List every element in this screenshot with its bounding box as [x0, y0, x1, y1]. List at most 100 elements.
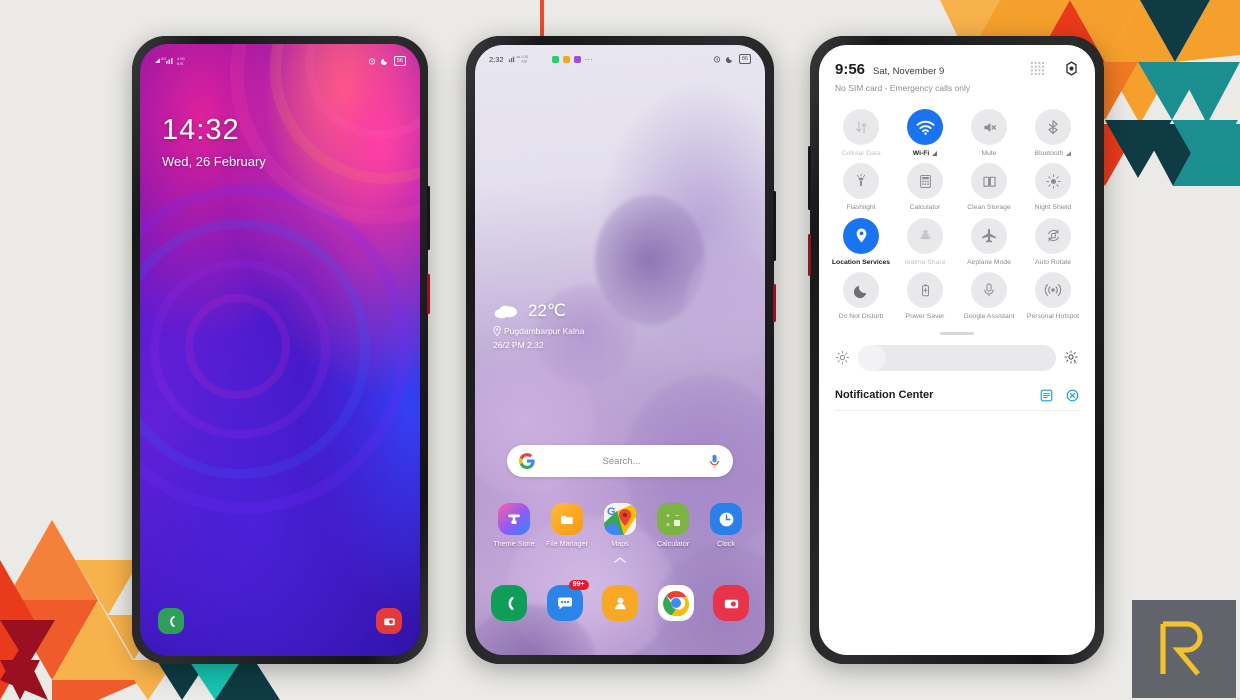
dock-contacts[interactable] — [602, 585, 638, 621]
notification-app-icon-purple — [573, 55, 581, 63]
tile-wifi[interactable]: Wi-Fi — [893, 109, 957, 158]
notification-settings-icon[interactable] — [1040, 389, 1053, 402]
phone2-power-button[interactable] — [773, 284, 776, 322]
microphone-icon — [984, 283, 994, 297]
brightness-auto-icon[interactable]: A — [1064, 350, 1079, 365]
weather-datetime: 26/2 PM 2:32 — [493, 340, 544, 350]
weather-temperature: 22℃ — [528, 301, 567, 320]
search-placeholder: Search... — [602, 455, 641, 467]
tile-clean-storage[interactable]: Clean Storage — [957, 163, 1021, 212]
lockscreen-clock-block: 14:32 Wed, 26 February — [162, 116, 266, 170]
svg-text:K/S: K/S — [521, 60, 527, 64]
camera-shortcut[interactable] — [376, 608, 402, 634]
qs-sim-status: No SIM card - Emergency calls only — [835, 83, 971, 93]
microphone-icon[interactable] — [708, 454, 721, 469]
phone2-status-bar: 2:32 4G 0.10 K/S ··· 86 — [475, 51, 765, 67]
app-theme-store[interactable]: Theme Store — [491, 503, 537, 548]
svg-text:−: − — [675, 513, 679, 520]
tile-circle — [1035, 109, 1071, 145]
app-maps[interactable]: G Maps — [597, 503, 643, 548]
tile-bluetooth[interactable]: Bluetooth — [1021, 109, 1085, 158]
location-pin-icon — [856, 228, 866, 243]
search-input[interactable]: Search... — [507, 445, 733, 477]
dock-chrome[interactable] — [657, 585, 694, 621]
phone3-volume-button[interactable] — [808, 146, 811, 210]
expand-arrow-icon[interactable] — [1066, 151, 1072, 157]
hotspot-icon — [1044, 284, 1062, 297]
tile-calculator[interactable]: Calculator — [893, 163, 957, 212]
lockscreen-date: Wed, 26 February — [162, 154, 266, 169]
svg-text:A: A — [1074, 361, 1078, 366]
tile-power-saver[interactable]: Power Saver — [893, 272, 957, 321]
tile-circle — [1035, 272, 1071, 309]
notification-app-icon-orange — [562, 55, 570, 63]
phone1-power-button[interactable] — [427, 274, 430, 314]
weather-widget[interactable]: 22℃ Pugdambarpur Kalna 26/2 PM 2:32 — [493, 301, 584, 350]
phone1-volume-button[interactable] — [427, 186, 430, 250]
phone1-status-bar: 4G 4.50 K/S 56 — [140, 52, 420, 70]
tile-realme-share[interactable]: realme Share — [893, 217, 957, 267]
theme-store-icon — [498, 503, 530, 535]
settings-gear-icon[interactable] — [1064, 61, 1079, 76]
qs-date: Sat, November 9 — [873, 66, 945, 77]
brightness-track[interactable] — [858, 344, 1056, 371]
phone-shortcut[interactable] — [158, 608, 184, 634]
phone2-status-right: 86 — [713, 54, 751, 64]
realme-share-icon — [919, 230, 931, 240]
dock-camera[interactable] — [713, 585, 749, 621]
phone1-status-left: 4G 4.50 K/S — [154, 55, 198, 68]
app-clock[interactable]: Clock — [703, 503, 749, 548]
tile-label: Personal Hotspot — [1026, 313, 1080, 321]
tile-circle — [1035, 163, 1071, 200]
tile-label: realme Share — [904, 258, 946, 266]
calculator-icon — [919, 174, 931, 188]
screenshot-canvas: 4G 4.50 K/S 56 14:32 Wed, 26 February 2:… — [0, 0, 1240, 700]
tile-do-not-disturb[interactable]: Do Not Disturb — [829, 272, 893, 321]
tile-circle — [843, 217, 879, 254]
tile-label: Power Saver — [905, 313, 945, 321]
phone3-screen[interactable]: 9:56 Sat, November 9 No SIM card - Emerg… — [819, 45, 1095, 655]
edit-grid-icon[interactable] — [1031, 62, 1044, 75]
phone2-screen[interactable]: 2:32 4G 0.10 K/S ··· 86 22℃ Pugdambarpur… — [475, 45, 765, 655]
camera-icon — [383, 618, 395, 625]
svg-text:4G: 4G — [516, 55, 521, 59]
tile-label: Auto Rotate — [1035, 258, 1071, 266]
battery-saver-icon — [921, 284, 929, 297]
app-file-manager[interactable]: File Manager — [544, 503, 590, 548]
app-label: Clock — [717, 539, 735, 548]
app-calculator[interactable]: + − × Calculator — [650, 503, 696, 548]
tile-circle — [971, 217, 1007, 254]
tile-location-services[interactable]: Location Services — [829, 217, 893, 267]
tile-flashlight[interactable]: Flashlight — [829, 163, 893, 212]
night-shield-icon — [1045, 174, 1061, 189]
clean-storage-icon — [982, 176, 996, 187]
tile-airplane-mode[interactable]: Airplane Mode — [957, 217, 1021, 267]
phone1-battery: 56 — [393, 56, 406, 66]
tile-circle — [907, 217, 943, 254]
panel-drag-handle[interactable] — [940, 331, 974, 335]
tile-auto-rotate[interactable]: Auto Rotate — [1021, 217, 1085, 267]
tile-mute[interactable]: Mute — [957, 109, 1021, 158]
svg-text:0.10: 0.10 — [521, 55, 528, 59]
tile-cellular-data[interactable]: Cellular Data — [829, 109, 893, 158]
phone2-volume-button[interactable] — [773, 191, 776, 261]
brightness-slider[interactable]: A — [819, 344, 1095, 371]
phone-icon — [169, 615, 175, 627]
mute-icon — [983, 122, 996, 132]
tile-circle — [971, 109, 1007, 145]
clear-all-icon[interactable] — [1066, 389, 1079, 402]
app-label: Calculator — [656, 539, 690, 548]
tile-night-shield[interactable]: Night Shield — [1021, 163, 1085, 212]
phone3-power-button[interactable] — [808, 234, 811, 276]
tile-google-assistant[interactable]: Google Assistant — [957, 272, 1021, 321]
quick-settings-grid: Cellular Data Wi-Fi Mute Bluetooth Flash… — [819, 93, 1095, 322]
phone2-status-left: 2:32 4G 0.10 K/S ··· — [489, 54, 593, 64]
auto-rotate-icon — [1047, 229, 1059, 242]
phone1-screen[interactable]: 4G 4.50 K/S 56 14:32 Wed, 26 February — [140, 44, 420, 656]
bluetooth-icon — [1048, 120, 1058, 134]
tile-label: Flashlight — [846, 204, 876, 212]
dock-phone[interactable] — [491, 585, 527, 621]
tile-personal-hotspot[interactable]: Personal Hotspot — [1021, 272, 1085, 321]
expand-arrow-icon[interactable] — [932, 151, 938, 157]
dock-messages[interactable]: 99+ — [546, 580, 589, 621]
